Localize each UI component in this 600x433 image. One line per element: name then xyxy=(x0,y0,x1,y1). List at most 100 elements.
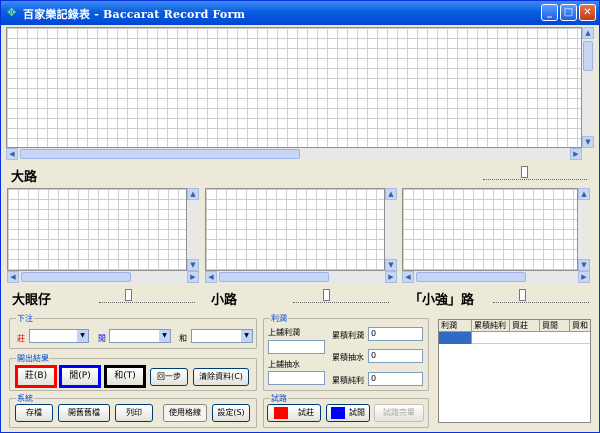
scroll-thumb[interactable] xyxy=(583,41,593,71)
cum-profit-field[interactable]: 0 xyxy=(368,327,423,341)
big-eye-hscroll[interactable]: ◀ ▶ xyxy=(7,271,199,283)
slider-knob[interactable] xyxy=(521,166,528,178)
cockroach-road-vscroll[interactable]: ▲ ▼ xyxy=(578,188,590,271)
scroll-left-icon[interactable]: ◀ xyxy=(402,271,414,283)
chevron-down-icon[interactable]: ▼ xyxy=(241,330,252,342)
scroll-up-icon[interactable]: ▲ xyxy=(385,188,397,200)
cockroach-road-hscroll[interactable]: ◀ ▶ xyxy=(402,271,590,283)
save-button[interactable]: 存檔 xyxy=(15,404,53,422)
cockroach-road-label: 「小強」路 xyxy=(409,293,475,308)
title-bar: ✥ 百家樂記錄表 - Baccarat Record Form _ □ ✕ xyxy=(1,1,599,25)
record-table[interactable]: 利潤 累積純利 買莊 買閒 買和 xyxy=(438,319,591,423)
blue-swatch-icon xyxy=(331,407,345,419)
trial-banker-label: 試莊 xyxy=(298,408,314,417)
table-header[interactable]: 買莊 xyxy=(510,320,540,332)
last-commission-label: 上鋪抽水 xyxy=(268,360,300,369)
result-caption: 開出結果 xyxy=(16,353,50,364)
big-eye-vscroll[interactable]: ▲ ▼ xyxy=(187,188,199,271)
cum-net-field[interactable]: 0 xyxy=(368,372,423,386)
scroll-up-icon[interactable]: ▲ xyxy=(582,27,594,39)
maximize-button[interactable]: □ xyxy=(560,4,577,21)
scroll-up-icon[interactable]: ▲ xyxy=(578,188,590,200)
last-profit-field[interactable] xyxy=(268,340,325,354)
big-eye-label: 大眼仔 xyxy=(12,293,52,308)
scroll-right-icon[interactable]: ▶ xyxy=(187,271,199,283)
scroll-thumb[interactable] xyxy=(416,272,526,282)
trial-finish-button[interactable]: 試路完畢 xyxy=(374,404,424,422)
table-header[interactable]: 利潤 xyxy=(439,320,472,332)
scroll-down-icon[interactable]: ▼ xyxy=(187,259,199,271)
big-road-hscroll[interactable]: ◀ ▶ xyxy=(6,148,582,160)
last-profit-label: 上鋪利潤 xyxy=(268,328,300,337)
bet-banker-select[interactable]: ▼ xyxy=(29,329,89,343)
player-button[interactable]: 閒(P) xyxy=(59,365,101,388)
big-eye-slider[interactable] xyxy=(99,289,195,303)
small-road-vscroll[interactable]: ▲ ▼ xyxy=(385,188,397,271)
cum-profit-label: 累積利潤 xyxy=(332,331,364,340)
scroll-left-icon[interactable]: ◀ xyxy=(7,271,19,283)
cum-net-label: 累積純利 xyxy=(332,376,364,385)
table-row[interactable] xyxy=(472,332,590,344)
big-road-vscroll[interactable]: ▲ ▼ xyxy=(582,27,594,148)
scroll-right-icon[interactable]: ▶ xyxy=(578,271,590,283)
scroll-left-icon[interactable]: ◀ xyxy=(205,271,217,283)
tie-button[interactable]: 和(T) xyxy=(104,365,146,388)
trial-banker-button[interactable]: 試莊 xyxy=(267,404,321,422)
trial-player-button[interactable]: 試閒 xyxy=(326,404,370,422)
scroll-left-icon[interactable]: ◀ xyxy=(6,148,18,160)
trial-caption: 試路 xyxy=(270,393,288,404)
slider-knob[interactable] xyxy=(323,289,330,301)
chevron-down-icon[interactable]: ▼ xyxy=(159,330,170,342)
settings-button[interactable]: 設定(S) xyxy=(212,404,250,422)
app-window: ✥ 百家樂記錄表 - Baccarat Record Form _ □ ✕ ▲ … xyxy=(0,0,600,433)
small-road-label: 小路 xyxy=(211,293,238,308)
chevron-down-icon[interactable]: ▼ xyxy=(77,330,88,342)
undo-button[interactable]: 回一步 xyxy=(150,368,188,386)
bet-tie-select[interactable]: ▼ xyxy=(191,329,253,343)
bet-caption: 下注 xyxy=(16,313,34,324)
big-road-slider[interactable] xyxy=(483,166,587,180)
trial-player-label: 試閒 xyxy=(349,408,365,417)
scroll-down-icon[interactable]: ▼ xyxy=(578,259,590,271)
table-row[interactable] xyxy=(439,332,472,344)
table-header[interactable]: 累積純利 xyxy=(472,320,510,332)
scroll-thumb[interactable] xyxy=(219,272,329,282)
slider-knob[interactable] xyxy=(125,289,132,301)
bet-player-select[interactable]: ▼ xyxy=(109,329,171,343)
bet-player-label: 閒 xyxy=(98,334,106,343)
small-road-slider[interactable] xyxy=(293,289,389,303)
scroll-right-icon[interactable]: ▶ xyxy=(570,148,582,160)
profit-caption: 利潤 xyxy=(270,313,288,324)
small-road-hscroll[interactable]: ◀ ▶ xyxy=(205,271,397,283)
scroll-down-icon[interactable]: ▼ xyxy=(582,136,594,148)
scroll-thumb[interactable] xyxy=(20,149,300,159)
cum-commission-field[interactable]: 0 xyxy=(368,349,423,363)
big-road-label: 大路 xyxy=(11,170,38,185)
slider-knob[interactable] xyxy=(519,289,526,301)
cum-commission-label: 累積抽水 xyxy=(332,353,364,362)
big-eye-grid[interactable] xyxy=(7,188,187,271)
table-header[interactable]: 買和 xyxy=(570,320,590,332)
use-grid-toggle[interactable]: 使用格線 xyxy=(163,404,207,422)
scroll-thumb[interactable] xyxy=(21,272,131,282)
clear-data-button[interactable]: 清除資料(C) xyxy=(193,368,249,386)
window-title: 百家樂記錄表 - Baccarat Record Form xyxy=(23,8,246,21)
cockroach-road-grid[interactable] xyxy=(402,188,578,271)
print-button[interactable]: 列印 xyxy=(115,404,153,422)
small-road-grid[interactable] xyxy=(205,188,385,271)
table-header[interactable]: 買閒 xyxy=(540,320,570,332)
last-commission-field[interactable] xyxy=(268,371,325,385)
banker-button[interactable]: 莊(B) xyxy=(15,365,57,388)
big-road-grid[interactable] xyxy=(6,27,582,148)
bet-tie-label: 和 xyxy=(179,334,187,343)
system-caption: 系統 xyxy=(16,393,34,404)
red-swatch-icon xyxy=(274,407,288,419)
scroll-right-icon[interactable]: ▶ xyxy=(385,271,397,283)
app-icon: ✥ xyxy=(7,6,17,19)
scroll-up-icon[interactable]: ▲ xyxy=(187,188,199,200)
scroll-down-icon[interactable]: ▼ xyxy=(385,259,397,271)
open-file-button[interactable]: 開舊舊檔 xyxy=(58,404,110,422)
close-button[interactable]: ✕ xyxy=(579,4,596,21)
minimize-button[interactable]: _ xyxy=(541,4,558,21)
cockroach-road-slider[interactable] xyxy=(493,289,589,303)
